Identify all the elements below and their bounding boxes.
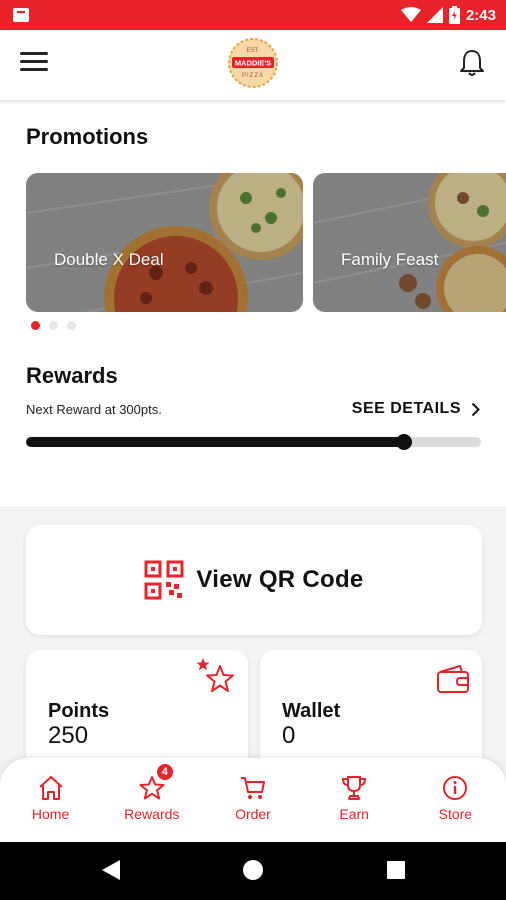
status-time: 2:43 xyxy=(465,6,496,24)
recents-icon[interactable] xyxy=(386,860,406,880)
nav-rewards-label: Rewards xyxy=(124,806,180,822)
carousel-dot[interactable] xyxy=(67,321,76,330)
nav-store[interactable]: Store xyxy=(410,774,500,822)
app-header: EST. MADDIE'S PIZZA xyxy=(0,30,506,100)
nav-earn-label: Earn xyxy=(339,806,369,822)
hamburger-icon-bar xyxy=(20,60,48,63)
brand-logo[interactable]: EST. MADDIE'S PIZZA xyxy=(227,37,279,89)
status-bar: 2:43 xyxy=(0,0,506,30)
hamburger-icon-bar xyxy=(20,68,48,71)
nav-store-label: Store xyxy=(438,806,473,822)
info-icon xyxy=(443,776,468,800)
promo-image xyxy=(26,173,303,312)
battery-icon xyxy=(448,6,460,24)
chevron-right-icon xyxy=(471,402,480,416)
rewards-title: Rewards xyxy=(26,363,118,388)
trophy-icon xyxy=(342,776,367,800)
star-icon xyxy=(196,658,234,692)
nav-order[interactable]: Order xyxy=(208,774,298,822)
promo-image xyxy=(313,173,506,312)
view-qr-code-button[interactable]: View QR Code xyxy=(26,525,482,635)
nav-earn[interactable]: Earn xyxy=(309,774,399,822)
svg-text:EST.: EST. xyxy=(247,48,260,54)
cart-icon xyxy=(240,777,265,799)
nav-order-label: Order xyxy=(235,806,271,822)
rewards-progress-bar xyxy=(26,434,481,450)
promo-card-family-feast[interactable]: Family Feast xyxy=(313,173,506,312)
wallet-value: 0 xyxy=(282,722,296,749)
notification-icon xyxy=(13,8,29,22)
svg-text:MADDIE'S: MADDIE'S xyxy=(235,59,271,68)
promo-card-double-x-deal[interactable]: Double X Deal xyxy=(26,173,303,312)
next-reward-text: Next Reward at 300pts. xyxy=(26,402,162,417)
back-icon[interactable] xyxy=(100,858,122,882)
system-navigation-bar xyxy=(0,842,506,900)
rewards-progress-knob[interactable] xyxy=(395,434,412,450)
rewards-badge: 4 xyxy=(156,764,173,780)
qr-code-icon xyxy=(144,560,184,600)
points-card[interactable]: Points 250 xyxy=(26,650,248,760)
promotions-title: Promotions xyxy=(26,124,149,149)
wallet-icon xyxy=(437,665,469,693)
wifi-icon xyxy=(400,7,421,22)
rewards-actions-area: View QR Code Points 250 Wallet 0 xyxy=(0,506,506,760)
home-circle-icon[interactable] xyxy=(242,859,264,881)
hamburger-icon-bar xyxy=(20,52,48,55)
signal-icon xyxy=(426,7,443,23)
home-icon xyxy=(38,776,63,800)
main-content: Promotions Double X Deal Family Feast Re… xyxy=(0,100,506,760)
svg-text:PIZZA: PIZZA xyxy=(242,73,264,79)
see-details-label: SEE DETAILS xyxy=(351,400,461,417)
promo-label: Family Feast xyxy=(341,250,439,269)
rewards-progress-fill xyxy=(26,437,404,447)
menu-button[interactable] xyxy=(20,52,50,78)
wallet-label: Wallet xyxy=(282,700,341,722)
carousel-pagination xyxy=(31,321,76,330)
see-details-link[interactable]: SEE DETAILS xyxy=(352,400,480,418)
bottom-navigation: Home 4 Rewards Order Earn Store xyxy=(0,758,506,842)
view-qr-code-label: View QR Code xyxy=(196,566,364,593)
carousel-dot[interactable] xyxy=(49,321,58,330)
bell-icon[interactable] xyxy=(458,48,486,78)
promo-label: Double X Deal xyxy=(54,250,164,269)
nav-home[interactable]: Home xyxy=(6,774,96,822)
points-label: Points xyxy=(48,700,110,722)
points-value: 250 xyxy=(48,722,89,749)
nav-home-label: Home xyxy=(31,806,70,822)
carousel-dot[interactable] xyxy=(31,321,40,330)
wallet-card[interactable]: Wallet 0 xyxy=(260,650,482,760)
nav-rewards[interactable]: 4 Rewards xyxy=(107,764,197,822)
